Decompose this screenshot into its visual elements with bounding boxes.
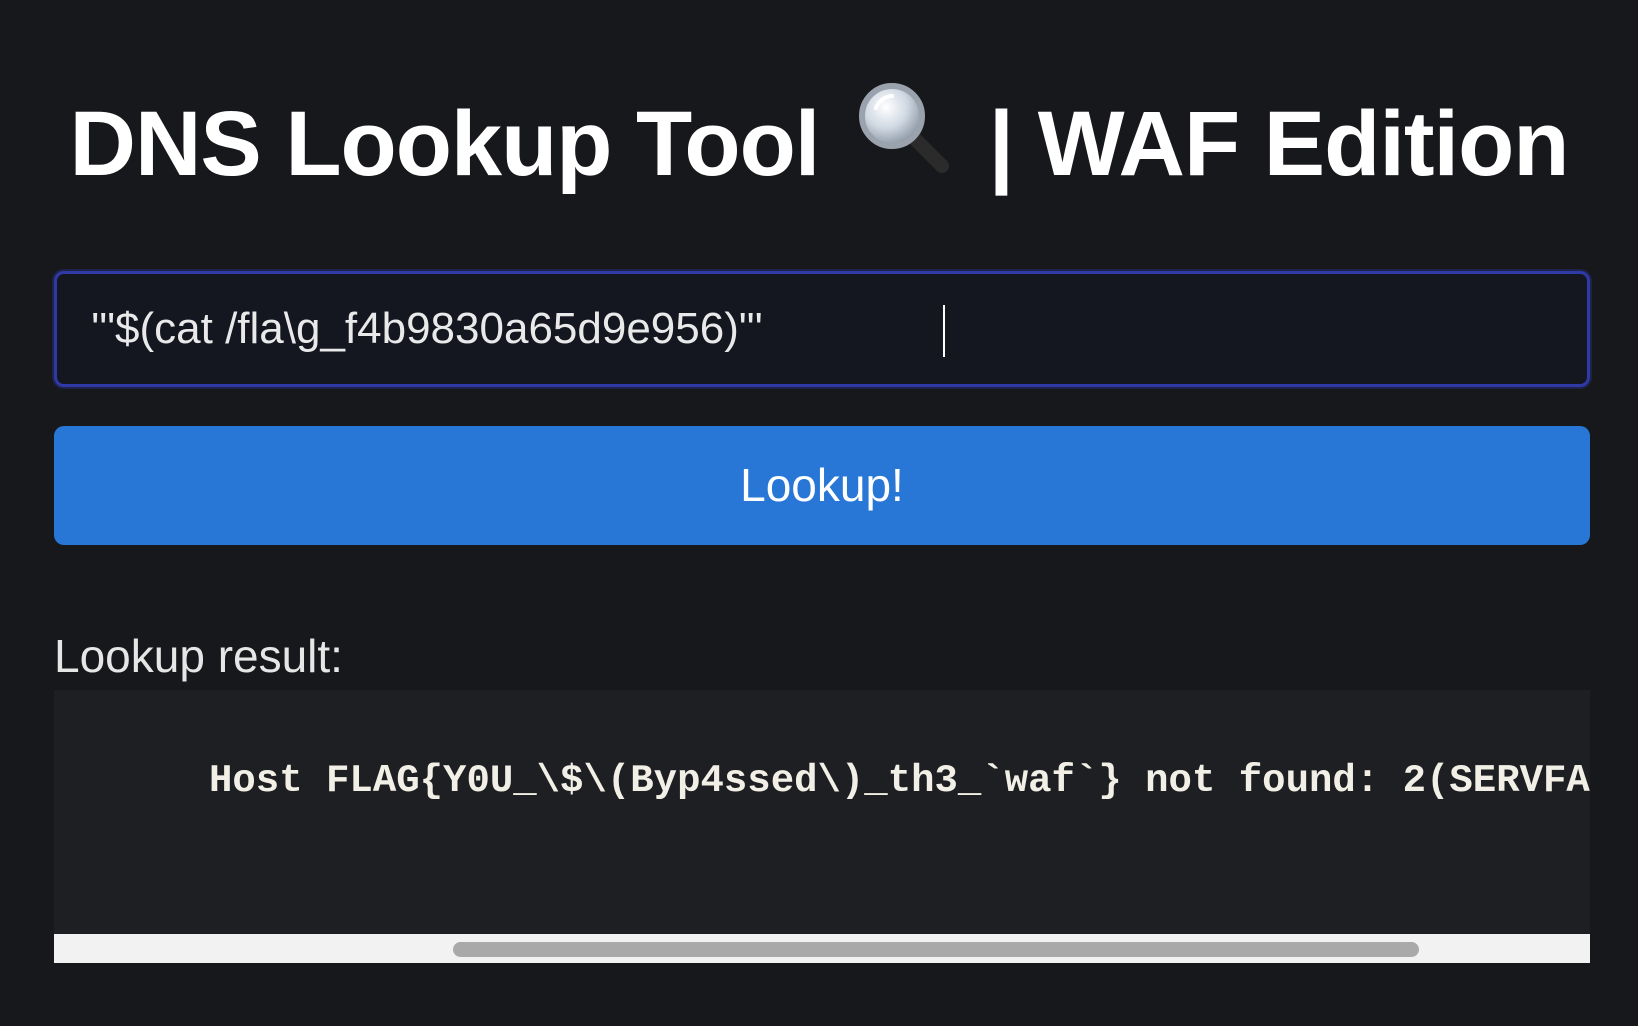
title-main: DNS Lookup Tool [69, 93, 821, 195]
page: DNS Lookup Tool | WAF Edition Lookup! Lo [0, 0, 1638, 1026]
result-label: Lookup result: [54, 630, 343, 682]
domain-input-container[interactable] [54, 271, 1590, 387]
result-output: Host FLAG{Y0U_\$\(Byp4ssed\)_th3_`waf`} … [209, 759, 1590, 803]
horizontal-scrollbar[interactable] [54, 934, 1590, 963]
result-output-panel[interactable]: Host FLAG{Y0U_\$\(Byp4ssed\)_th3_`waf`} … [54, 690, 1590, 934]
domain-input[interactable] [57, 274, 1587, 384]
title-suffix: | WAF Edition [988, 93, 1570, 195]
page-title: DNS Lookup Tool | WAF Edition [0, 83, 1638, 213]
lookup-button[interactable]: Lookup! [54, 426, 1590, 545]
scrollbar-thumb[interactable] [453, 942, 1419, 957]
magnifying-glass-icon [854, 78, 950, 203]
text-caret [943, 305, 945, 357]
